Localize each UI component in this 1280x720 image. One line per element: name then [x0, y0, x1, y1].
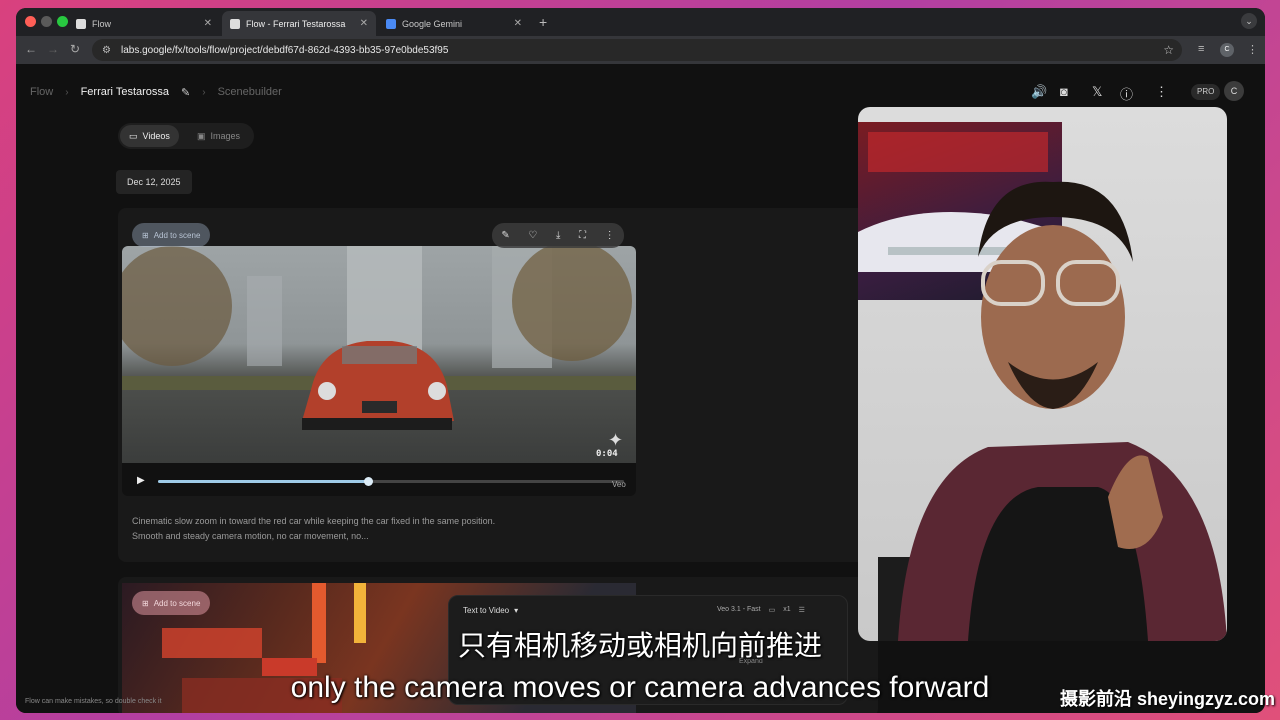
more-options-icon[interactable]: ⋮: [605, 230, 615, 241]
watermark: 摄影前沿 sheyingzyz.com: [1060, 689, 1276, 709]
clip-prompt-text: Cinematic slow zoom in toward the red ca…: [132, 516, 496, 541]
avatar[interactable]: C: [1224, 81, 1244, 101]
subtitle-chinese: 只有相机移动或相机向前推进: [457, 630, 822, 661]
gemini-favicon-icon: [386, 18, 396, 29]
image-icon: ▣: [197, 130, 206, 141]
volume-icon[interactable]: 🔊: [1031, 84, 1047, 100]
breadcrumb-scenebuilder[interactable]: Scenebuilder: [218, 86, 282, 98]
add-to-scene-label: Add to scene: [153, 230, 201, 240]
video-progress-handle[interactable]: [363, 477, 373, 486]
chevron-down-icon: ▾: [514, 606, 519, 615]
tab-images-label: Images: [210, 131, 241, 141]
video-player[interactable]: ✦ 0:04 ▶ Veo: [122, 246, 636, 496]
chrome-menu-icon[interactable]: ⋮: [1247, 43, 1258, 56]
url-omnibox[interactable]: ⚙ labs.google/fx/tools/flow/project/debd…: [92, 39, 1182, 61]
add-to-scene-icon: ⊞: [142, 230, 149, 240]
discord-icon[interactable]: ◙: [1060, 84, 1068, 99]
add-to-scene-button[interactable]: ⊞ Add to scene: [132, 223, 211, 247]
breadcrumb: Flow › Ferrari Testarossa ✎ › Scenebuild…: [30, 82, 282, 102]
aspect-ratio-icon: ▭: [768, 607, 776, 614]
pencil-icon[interactable]: ✎: [181, 86, 190, 99]
fullscreen-icon[interactable]: ⛶: [579, 230, 586, 241]
pro-badge: PRO: [1191, 84, 1221, 100]
maximize-window-button[interactable]: [57, 16, 68, 27]
close-window-button[interactable]: [25, 16, 36, 27]
tab-bar: Flow ✕ Flow - Ferrari Testarossa ✕ Googl…: [16, 8, 1265, 36]
tab-images[interactable]: ▣ Images: [188, 125, 249, 147]
webcam-overlay: [858, 107, 1227, 641]
video-progress-fill: [158, 480, 368, 483]
reload-button[interactable]: ↻: [70, 42, 80, 56]
video-card: ✦ 0:04 ▶ Veo ⊞ Add to scene ✎ ♡ ⤓ ⛶ ⋮ Ci…: [118, 208, 878, 562]
chevron-right-icon: ›: [65, 86, 69, 98]
project-title: Ferrari Testarossa: [80, 86, 170, 98]
add-to-scene-icon: ⊞: [142, 598, 149, 608]
media-type-toggle: ▭ Videos ▣ Images: [118, 123, 254, 149]
video-timestamp: 0:04: [596, 449, 618, 459]
tab-title: Flow - Ferrari Testarossa: [246, 18, 346, 29]
site-settings-icon[interactable]: ⚙: [102, 45, 111, 56]
breadcrumb-flow[interactable]: Flow: [30, 86, 53, 98]
more-options-icon[interactable]: ⋮: [1155, 84, 1168, 100]
profile-button[interactable]: C: [1220, 43, 1234, 57]
add-to-scene-label: Add to scene: [153, 598, 201, 608]
play-icon[interactable]: ▶: [137, 475, 145, 486]
tab-title: Google Gemini: [402, 18, 463, 29]
video-frame-red-car[interactable]: [122, 246, 636, 463]
new-tab-button[interactable]: +: [539, 14, 547, 30]
favorite-heart-icon[interactable]: ♡: [528, 230, 537, 241]
mode-dropdown[interactable]: Text to Video ▾: [463, 606, 518, 615]
media-control-icon[interactable]: ≡: [1198, 43, 1204, 55]
address-bar-row: ← → ↻ ⚙ labs.google/fx/tools/flow/projec…: [16, 36, 1265, 64]
tab-flow-ferrari[interactable]: Flow - Ferrari Testarossa ✕: [222, 11, 376, 36]
flow-favicon-icon: [230, 18, 240, 29]
video-camera-icon: ▭: [129, 130, 138, 141]
tab-videos-label: Videos: [142, 131, 170, 141]
tab-search-button[interactable]: ⌄: [1241, 13, 1257, 29]
date-chip: Dec 12, 2025: [116, 170, 192, 194]
red-car-scene-illustration: [122, 246, 636, 430]
video-progress-track[interactable]: [158, 477, 624, 486]
veo-model-label: Veo: [612, 480, 626, 489]
close-tab-icon[interactable]: ✕: [360, 18, 368, 29]
presenter-illustration: [878, 181, 1227, 641]
clip-toolbar: ✎ ♡ ⤓ ⛶ ⋮: [492, 223, 624, 248]
video-controls: ▶: [122, 463, 636, 496]
close-tab-icon[interactable]: ✕: [204, 18, 212, 29]
tab-title: Flow: [92, 18, 112, 29]
edit-pencil-icon[interactable]: ✎: [501, 230, 509, 241]
mode-dropdown-label: Text to Video: [463, 606, 510, 615]
minimize-window-button[interactable]: [41, 16, 52, 27]
tab-gemini[interactable]: Google Gemini ✕: [378, 11, 530, 36]
tab-videos[interactable]: ▭ Videos: [120, 125, 179, 147]
sparkle-icon: ✦: [608, 430, 624, 450]
settings-sliders-icon[interactable]: ☰: [799, 606, 805, 614]
model-name: Veo 3.1 - Fast: [717, 606, 761, 613]
model-settings[interactable]: Veo 3.1 - Fast ▭ x1 ☰: [717, 606, 805, 614]
add-to-scene-button[interactable]: ⊞ Add to scene: [132, 591, 211, 615]
output-count: x1: [783, 606, 791, 613]
bookmark-star-icon[interactable]: ☆: [1163, 43, 1174, 57]
flow-favicon-icon: [76, 18, 86, 29]
tab-flow[interactable]: Flow ✕: [68, 11, 220, 36]
help-icon[interactable]: ⓘ: [1120, 84, 1133, 103]
url-text[interactable]: labs.google/fx/tools/flow/project/debdf6…: [121, 45, 448, 56]
forward-button[interactable]: →: [47, 42, 59, 56]
back-button[interactable]: ←: [25, 42, 37, 56]
chevron-right-icon: ›: [202, 86, 206, 98]
download-icon[interactable]: ⤓: [556, 230, 560, 241]
x-logo-icon[interactable]: 𝕏: [1092, 84, 1102, 100]
close-tab-icon[interactable]: ✕: [514, 18, 522, 29]
